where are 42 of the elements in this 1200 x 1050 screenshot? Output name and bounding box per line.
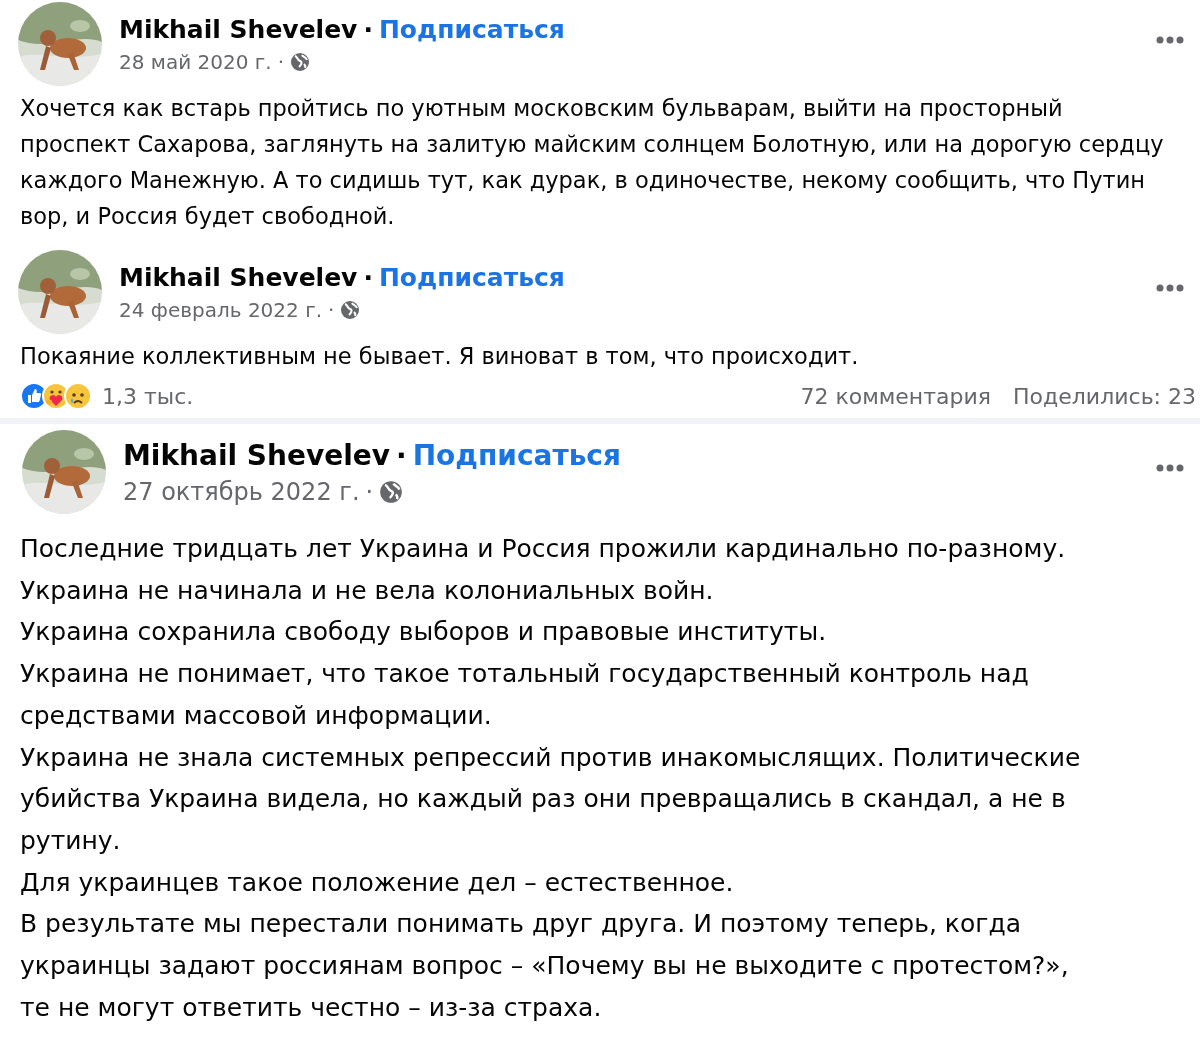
post-text-line: каждого Манежную. А то сидишь тут, как дурак, в одиночестве, некому сообщить, что Путин (20, 166, 1145, 195)
post-text-line: Украина не начинала и не вела колониальных войн. (20, 574, 714, 607)
post-date[interactable]: 24 февраль 2022 г. (119, 297, 322, 322)
separator-dot: · (365, 477, 374, 506)
separator-dot: · (363, 262, 373, 292)
post-text-line: Украина не понимает, что такое тотальный государственный контроль над (20, 658, 1029, 691)
post-text-line: В результате мы перестали понимать друг друга. И поэтому теперь, когда (20, 908, 1021, 941)
author-name[interactable]: Mikhail Shevelev (119, 14, 358, 44)
post-text-line: вор, и Россия будет свободной. (20, 202, 395, 231)
more-icon[interactable] (1156, 284, 1184, 292)
more-icon[interactable] (1156, 464, 1184, 472)
globe-icon (340, 299, 361, 320)
globe-icon (290, 51, 310, 72)
post-date[interactable]: 28 май 2020 г. (119, 49, 272, 74)
sad-face-icon[interactable] (64, 382, 92, 410)
post-text-line: те не могут ответить честно – из-за страха. (20, 991, 602, 1024)
globe-icon (379, 479, 404, 504)
comment-count[interactable]: 72 комментария (800, 383, 992, 409)
follow-link[interactable]: Подписаться (378, 262, 565, 292)
post-text-line: Последние тридцать лет Украина и Россия прожили кардинально по-разному. (20, 533, 1066, 565)
post-text-line: рутину. (20, 824, 121, 857)
separator-dot: · (328, 297, 335, 322)
reaction-count[interactable]: 1,3 тыс. (102, 383, 194, 409)
post-text-line: средствами массовой информации. (20, 699, 492, 732)
post-text-line: Покаяние коллективным не бывает. Я виноват в том, что происходит. (20, 342, 859, 371)
separator-dot: · (363, 14, 373, 44)
post-text-line: Для украинцев такое положение дел – естественное. (20, 866, 734, 899)
post-text-line: Хочется как встарь пройтись по уютным московским бульварам, выйти на просторный (20, 94, 1063, 123)
author-name[interactable]: Mikhail Shevelev (119, 262, 358, 292)
post-text-line: Украина не знала системных репрессий против инакомыслящих. Политические (20, 741, 1081, 774)
separator-dot: · (396, 438, 407, 472)
follow-link[interactable]: Подписаться (412, 438, 621, 472)
more-icon[interactable] (1156, 36, 1184, 44)
post-date[interactable]: 27 октябрь 2022 г. (123, 477, 360, 506)
post-text-line: проспект Сахарова, заглянуть на залитую майским солнцем Болотную, или на дорогую сердцу (20, 130, 1164, 159)
separator-dot: · (277, 49, 284, 74)
post-text-line: убийства Украина видела, но каждый раз они превращались в скандал, а не в (20, 783, 1066, 816)
author-name[interactable]: Mikhail Shevelev (123, 438, 391, 472)
follow-link[interactable]: Подписаться (378, 14, 565, 44)
post-text-line: украинцы задают россиянам вопрос – «Почему вы не выходите с протестом?», (20, 950, 1069, 983)
post-text-line: Украина сохранила свободу выборов и правовые институты. (20, 616, 827, 649)
share-count[interactable]: Поделились: 23 (1013, 383, 1196, 409)
